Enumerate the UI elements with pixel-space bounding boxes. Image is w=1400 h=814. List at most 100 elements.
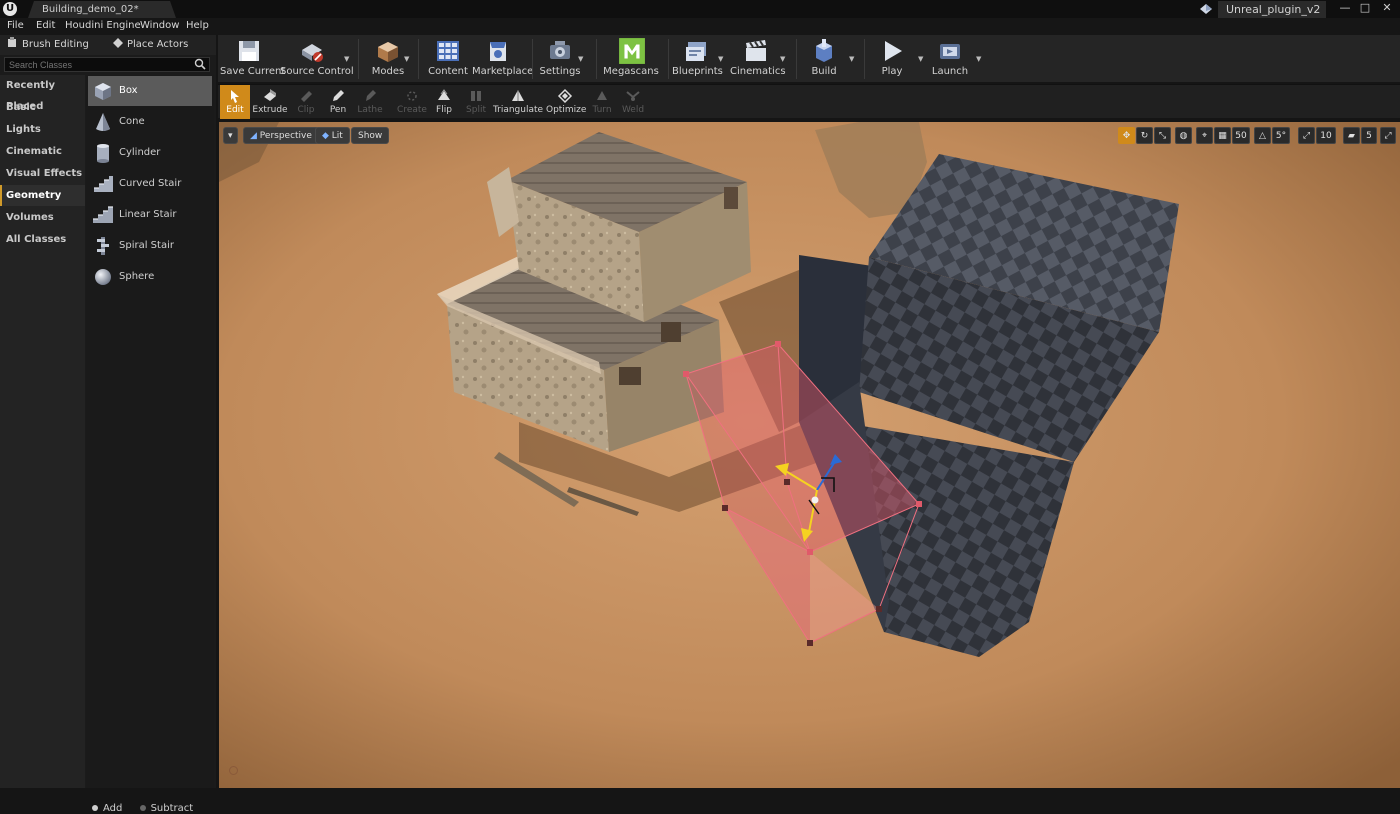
grid-snap-icon[interactable]: ▦ [1214, 127, 1231, 144]
save-current-button[interactable]: Save Current [220, 35, 286, 82]
play-icon [885, 41, 902, 61]
modes-label: Modes [371, 66, 405, 77]
source-control-label: Source Control [280, 66, 354, 77]
class-item-spiral-stair[interactable]: Spiral Stair [88, 231, 212, 261]
tab-brush-editing[interactable]: Brush Editing [6, 37, 89, 53]
viewport-scene[interactable] [219, 122, 1400, 788]
class-item-box[interactable]: Box [88, 76, 212, 106]
build-icon [816, 39, 832, 62]
geometry-weld-button[interactable]: Weld [618, 85, 648, 119]
geometry-turn-button[interactable]: Turn [588, 85, 616, 119]
menu-houdini-engine[interactable]: Houdini Engine [65, 20, 141, 31]
source-control-dropdown-icon[interactable]: ▼ [344, 55, 349, 63]
launch-label: Launch [931, 66, 969, 77]
surface-snap-icon[interactable]: ⌖ [1196, 127, 1213, 144]
minimize-icon[interactable]: — [1336, 0, 1354, 16]
category-recently-placed[interactable]: Recently Placed [0, 75, 85, 112]
cinematics-button[interactable]: Cinematics [730, 35, 786, 82]
translate-mode-icon[interactable]: ✥ [1118, 127, 1135, 144]
menu-edit[interactable]: Edit [36, 20, 55, 31]
scale-mode-icon[interactable]: ⤡ [1154, 127, 1171, 144]
category-visual-effects[interactable]: Visual Effects [0, 163, 85, 184]
geometry-optimize-button[interactable]: Optimize [546, 85, 586, 119]
settings-dropdown-icon[interactable]: ▼ [578, 55, 583, 63]
build-button[interactable]: Build [802, 35, 846, 82]
maximize-viewport-icon[interactable]: ⤢ [1380, 127, 1396, 144]
geometry-split-button[interactable]: Split [462, 85, 490, 119]
settings-button[interactable]: Settings [536, 35, 584, 82]
save-current-label: Save Current [220, 66, 286, 77]
menu-help[interactable]: Help [186, 20, 209, 31]
toolbar-separator [796, 39, 797, 79]
geometry-lathe-label: Lathe [357, 105, 383, 115]
grid-snap-value[interactable]: 50 [1232, 127, 1250, 144]
scale-snap-icon[interactable]: ⤢ [1298, 127, 1315, 144]
build-dropdown-icon[interactable]: ▼ [849, 55, 854, 63]
play-dropdown-icon[interactable]: ▼ [918, 55, 923, 63]
level-viewport[interactable]: ▾ ◢ Perspective ◆ Lit Show ✥ ↻ ⤡ ◍ ⌖ ▦ 5… [219, 122, 1400, 788]
coordinate-space-icon[interactable]: ◍ [1175, 127, 1192, 144]
search-classes-input[interactable] [4, 57, 210, 72]
launch-button[interactable]: Launch [928, 35, 972, 82]
category-basic[interactable]: Basic [0, 97, 85, 118]
megascans-button[interactable]: Megascans [602, 35, 660, 82]
geometry-flip-button[interactable]: Flip [430, 85, 458, 119]
extrude-icon [264, 89, 276, 101]
brush-add-label: Add [103, 803, 123, 814]
rotation-snap-value[interactable]: 5° [1272, 127, 1290, 144]
class-item-cylinder[interactable]: Cylinder [88, 138, 212, 168]
geometry-triangulate-button[interactable]: Triangulate [492, 85, 544, 119]
geometry-lathe-button[interactable]: Lathe [354, 85, 386, 119]
geometry-pen-button[interactable]: Pen [324, 85, 352, 119]
category-geometry[interactable]: Geometry [0, 185, 85, 206]
rotation-snap-icon[interactable]: △ [1254, 127, 1271, 144]
modes-dropdown-icon[interactable]: ▼ [404, 55, 409, 63]
blueprints-dropdown-icon[interactable]: ▼ [718, 55, 723, 63]
category-lights[interactable]: Lights [0, 119, 85, 140]
brush-subtract-radio[interactable]: Subtract [139, 803, 193, 814]
show-button[interactable]: Show [351, 127, 390, 144]
perspective-button[interactable]: ◢ Perspective [243, 127, 319, 144]
document-tab[interactable]: Building_demo_02* [28, 1, 176, 18]
category-all-classes[interactable]: All Classes [0, 229, 85, 250]
tab-place-actors[interactable]: Place Actors [112, 37, 188, 53]
menu-window[interactable]: Window [140, 20, 179, 31]
class-item-sphere[interactable]: Sphere [88, 262, 212, 292]
camera-speed-icon[interactable]: ▰ [1343, 127, 1360, 144]
pen-icon [333, 90, 344, 101]
rotate-mode-icon[interactable]: ↻ [1136, 127, 1153, 144]
category-cinematic[interactable]: Cinematic [0, 141, 85, 162]
geometry-clip-button[interactable]: Clip [292, 85, 320, 119]
lathe-icon [366, 90, 376, 101]
source-control-icon [302, 44, 323, 62]
modes-panel: Brush Editing Place Actors Recently Plac… [0, 35, 216, 814]
play-button[interactable]: Play [870, 35, 914, 82]
category-volumes[interactable]: Volumes [0, 207, 85, 228]
brush-add-radio[interactable]: Add [92, 803, 122, 814]
class-item-cone[interactable]: Cone [88, 107, 212, 137]
class-item-curved-stair[interactable]: Curved Stair [88, 169, 212, 199]
viewport-status-icon [229, 766, 238, 775]
weld-icon [626, 91, 640, 101]
geometry-extrude-button[interactable]: Extrude [252, 85, 288, 119]
search-icon[interactable] [194, 58, 206, 70]
camera-speed-value[interactable]: 5 [1361, 127, 1377, 144]
class-item-linear-stair[interactable]: Linear Stair [88, 200, 212, 230]
lit-button[interactable]: ◆ Lit [315, 127, 350, 144]
source-control-button[interactable]: Source Control [280, 35, 354, 82]
cinematics-dropdown-icon[interactable]: ▼ [780, 55, 785, 63]
scale-snap-value[interactable]: 10 [1316, 127, 1336, 144]
marketplace-button[interactable]: Marketplace [472, 35, 533, 82]
blueprints-button[interactable]: Blueprints [672, 35, 723, 82]
lit-icon: ◆ [322, 131, 329, 141]
content-button[interactable]: Content [426, 35, 470, 82]
viewport-options-button[interactable]: ▾ [223, 127, 238, 144]
toolbar-separator [596, 39, 597, 79]
maximize-icon[interactable]: □ [1356, 0, 1374, 16]
launch-dropdown-icon[interactable]: ▼ [976, 55, 981, 63]
geometry-edit-button[interactable]: Edit [220, 85, 250, 119]
geometry-create-button[interactable]: Create [396, 85, 428, 119]
menu-file[interactable]: File [7, 20, 24, 31]
close-icon[interactable]: ✕ [1378, 0, 1396, 16]
geometry-create-label: Create [397, 105, 427, 115]
